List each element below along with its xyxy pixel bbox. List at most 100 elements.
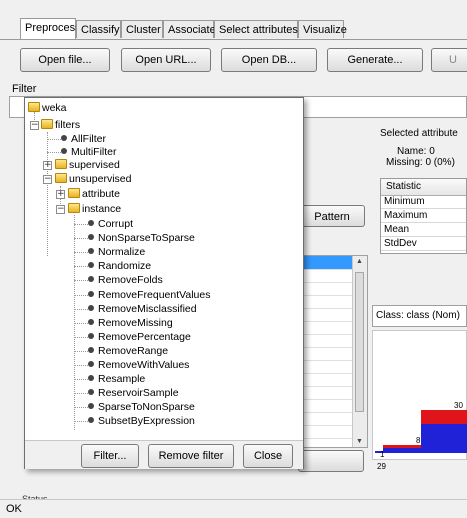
tree-node-allfilter[interactable]: AllFilter [61,133,106,146]
tree-node-sparsetononsparse[interactable]: SparseToNonSparse [88,401,195,414]
bullet-icon [88,276,94,283]
bullet-icon [88,346,94,353]
generate-button[interactable]: Generate... [327,48,423,72]
bullet-icon [88,290,94,297]
tree-label: MultiFilter [71,146,117,158]
tree-node-reservoirsample[interactable]: ReservoirSample [88,387,179,400]
list-item[interactable] [299,283,354,296]
tree-label: instance [82,203,122,215]
tree-node-randomize[interactable]: Randomize [88,260,151,273]
tree-node-removewithvalues[interactable]: RemoveWithValues [88,359,189,372]
tree-node-instance[interactable]: instance [68,203,121,216]
list-item[interactable] [299,387,354,400]
tree-label: Normalize [98,246,146,259]
tree-node-supervised[interactable]: supervised [55,159,120,172]
pattern-button[interactable]: Pattern [299,205,365,227]
bullet-icon [88,332,94,339]
tree-node-corrupt[interactable]: Corrupt [88,218,133,231]
tree-node-multifilter[interactable]: MultiFilter [61,146,117,159]
list-item[interactable] [299,413,354,426]
histogram-label-29: 29 [377,462,386,471]
tree-node-filters[interactable]: filters [41,119,80,132]
bullet-icon [88,318,94,325]
remove-attributes-button[interactable] [298,450,364,472]
expand-icon[interactable]: + [43,161,52,170]
tree-node-normalize[interactable]: Normalize [88,246,145,259]
list-item[interactable] [299,374,354,387]
filter-label: Filter [12,83,37,95]
filter-button[interactable]: Filter... [81,444,139,468]
scroll-up-icon[interactable]: ▲ [356,258,363,265]
close-button[interactable]: Close [243,444,293,468]
remove-filter-button[interactable]: Remove filter [148,444,234,468]
tree-label: Randomize [98,260,152,273]
stat-row-minimum: Minimum [384,196,425,207]
folder-icon [41,119,53,129]
folder-icon [68,188,80,198]
open-db-button[interactable]: Open DB... [221,48,317,72]
bullet-icon [88,248,94,255]
tree-node-nonsparsetosparse[interactable]: NonSparseToSparse [88,232,195,245]
class-select[interactable]: Class: class (Nom) [372,305,467,327]
folder-icon [55,173,67,183]
tab-associate[interactable]: Associate [163,20,216,38]
attribute-missing: Missing: 0 (0%) [386,157,455,168]
tree-node-removefolds[interactable]: RemoveFolds [88,274,163,287]
tab-preprocess[interactable]: Preprocess [20,18,81,39]
attribute-list[interactable]: ▲ ▼ [298,255,368,448]
open-url-button[interactable]: Open URL... [121,48,211,72]
bullet-icon [88,262,94,269]
list-scrollbar[interactable]: ▲ ▼ [352,256,367,447]
list-item[interactable] [299,335,354,348]
tree-node-subsetbyexpression[interactable]: SubsetByExpression [88,415,195,428]
undo-button[interactable]: U [431,48,467,72]
list-item[interactable] [299,256,354,270]
tab-cluster[interactable]: Cluster [121,20,163,38]
list-item[interactable] [299,361,354,374]
tree-label: RemoveFolds [98,274,163,287]
tab-classify[interactable]: Classify [76,20,121,38]
status-text: OK [6,503,22,515]
histogram-bar-red-left [383,445,421,448]
collapse-icon[interactable]: − [30,121,39,130]
tree-node-removefrequentvalues[interactable]: RemoveFrequentValues [88,289,210,302]
filter-chooser-popup: weka − filters AllFilter MultiFilter + s… [24,97,304,469]
tree-node-removemissing[interactable]: RemoveMissing [88,317,173,330]
tree-label: ReservoirSample [98,387,179,400]
tab-visualize[interactable]: Visualize [298,20,347,38]
stat-row-maximum: Maximum [384,210,428,221]
list-item[interactable] [299,309,354,322]
tree-node-removemisclassified[interactable]: RemoveMisclassified [88,303,197,316]
list-item[interactable] [299,348,354,361]
tree-label: RemovePercentage [98,330,191,343]
list-item[interactable] [299,296,354,309]
filter-tree[interactable]: weka − filters AllFilter MultiFilter + s… [25,98,303,440]
tab-select-attributes[interactable]: Select attributes [214,20,298,38]
folder-icon [55,159,67,169]
scrollbar-thumb[interactable] [355,272,364,412]
tree-label: AllFilter [71,133,107,145]
histogram-label-8: 8 [416,436,421,445]
list-item[interactable] [299,322,354,335]
list-item[interactable] [299,426,354,439]
bullet-icon [88,417,94,424]
scroll-down-icon[interactable]: ▼ [356,438,363,445]
expand-icon[interactable]: + [56,190,65,199]
selected-attribute-title: Selected attribute [380,128,458,139]
collapse-icon[interactable]: − [56,205,65,214]
folder-icon [28,102,40,112]
list-item[interactable] [299,400,354,413]
list-item[interactable] [299,270,354,283]
statistic-header: Statistic [386,181,422,192]
tree-node-resample[interactable]: Resample [88,373,145,386]
tree-node-removepercentage[interactable]: RemovePercentage [88,331,191,344]
tree-node-removerange[interactable]: RemoveRange [88,345,168,358]
tree-node-attribute[interactable]: attribute [68,188,120,201]
histogram: 30 8 1 [372,330,467,460]
bullet-icon [88,375,94,382]
tree-label: RemoveWithValues [98,359,190,371]
collapse-icon[interactable]: − [43,175,52,184]
open-file-button[interactable]: Open file... [20,48,110,72]
tree-label: weka [42,102,67,114]
tree-node-unsupervised[interactable]: unsupervised [55,173,131,186]
